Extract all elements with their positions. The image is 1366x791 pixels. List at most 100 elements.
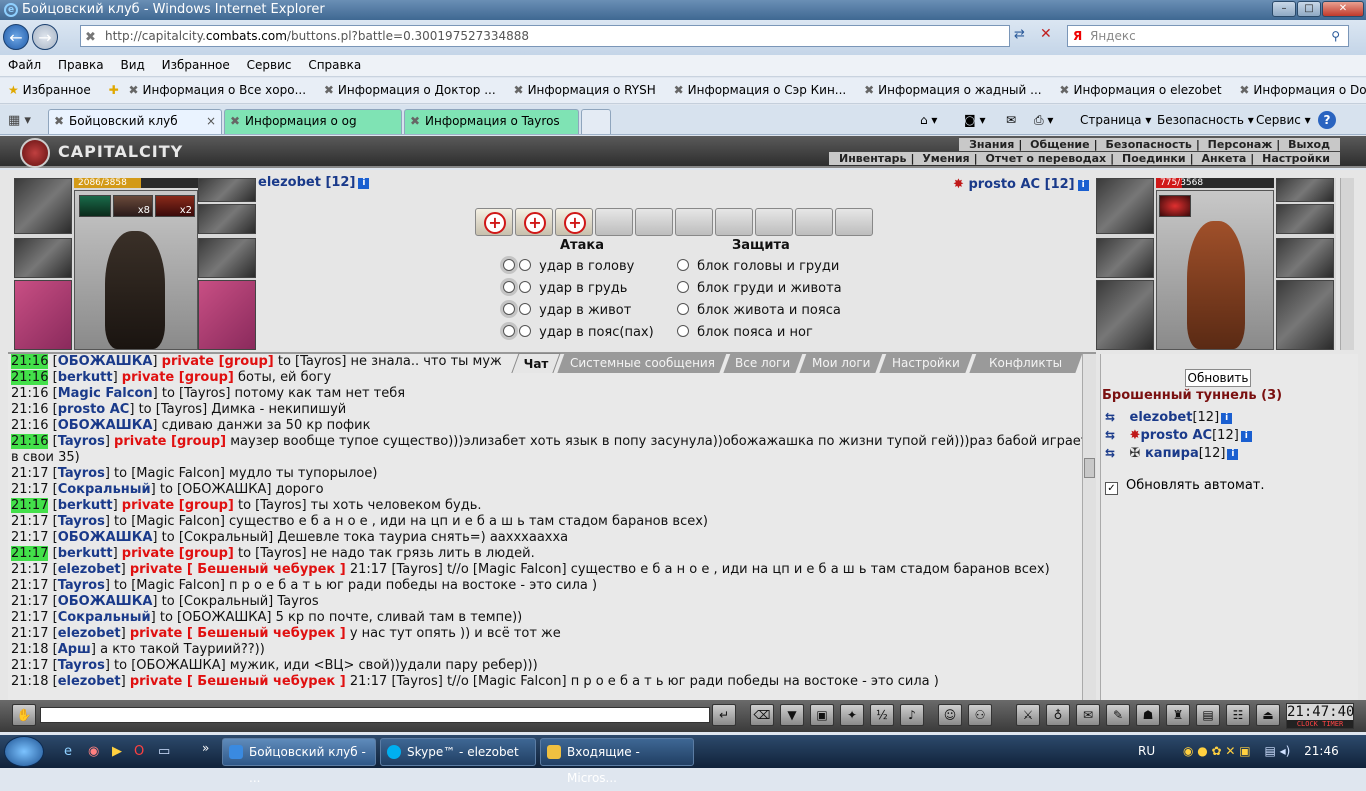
start-button[interactable]: [4, 736, 44, 767]
message-time[interactable]: 21:17: [11, 530, 48, 545]
add-favorite-icon[interactable]: ✚: [109, 78, 119, 103]
message-nick[interactable]: Tayros: [58, 434, 105, 449]
sound-icon[interactable]: ♪: [900, 704, 924, 726]
helm-icon[interactable]: ♜: [1166, 704, 1190, 726]
block-belly-waist[interactable]: блок живота и пояса: [677, 300, 841, 322]
armor-slot[interactable]: [1096, 238, 1154, 278]
weapon-slot[interactable]: [14, 280, 72, 350]
group-icon[interactable]: ⚇: [968, 704, 992, 726]
message-nick[interactable]: berkutt: [58, 546, 113, 561]
message-time[interactable]: 21:18: [11, 674, 48, 689]
message-time[interactable]: 21:16: [11, 434, 49, 449]
tab-info-og[interactable]: ✖ Информация о og: [224, 109, 402, 134]
send-icon[interactable]: ↵: [712, 704, 736, 726]
message-time[interactable]: 21:17: [11, 658, 48, 673]
shield-slot[interactable]: [1276, 280, 1334, 350]
attack-radio[interactable]: [503, 325, 515, 337]
message-private-tag[interactable]: private [group]: [122, 546, 234, 561]
message-nick[interactable]: ОБОЖАШКА: [58, 594, 153, 609]
tab-all-logs[interactable]: Все логи: [723, 353, 803, 373]
message-private-tag[interactable]: private [group]: [122, 498, 234, 513]
ie-quicklaunch-icon[interactable]: e: [64, 744, 72, 759]
message-time[interactable]: 21:17: [11, 626, 48, 641]
smiley-icon[interactable]: ☺: [938, 704, 962, 726]
hit-slot[interactable]: +: [515, 208, 553, 236]
message-private-tag[interactable]: private [ Бешеный чебурек ]: [130, 674, 346, 689]
fav-item[interactable]: ✖ Информация о Доктор ...: [324, 78, 496, 103]
message-nick[interactable]: Сокральный: [58, 482, 151, 497]
message-nick[interactable]: elezobet: [58, 674, 121, 689]
mask-icon[interactable]: ☗: [1136, 704, 1160, 726]
nav-inventory[interactable]: Инвентарь: [835, 152, 910, 165]
opera-icon[interactable]: O: [134, 744, 144, 759]
language-indicator[interactable]: RU: [1138, 744, 1155, 758]
tools-menu[interactable]: Сервис ▾: [1256, 111, 1311, 129]
message-nick[interactable]: ОБОЖАШКА: [58, 354, 153, 369]
help-icon[interactable]: ?: [1318, 111, 1336, 129]
chat-input[interactable]: [40, 707, 710, 723]
fav-item[interactable]: ✖Информация о Don Rum...: [1239, 78, 1366, 103]
hand-icon[interactable]: ✋: [12, 704, 36, 726]
attack-chest[interactable]: удар в грудь: [503, 278, 627, 300]
top-scrollbar[interactable]: [1340, 178, 1354, 350]
message-nick[interactable]: Сокральный: [58, 610, 151, 625]
attack-radio[interactable]: [519, 325, 531, 337]
auto-refresh-checkbox[interactable]: ✓ Обновлять автомат.: [1105, 478, 1265, 495]
mail-icon[interactable]: ✉: [1006, 111, 1016, 129]
safety-menu[interactable]: Безопасность ▾: [1157, 111, 1254, 129]
message-nick[interactable]: elezobet: [58, 626, 121, 641]
message-private-tag[interactable]: private [group]: [162, 354, 274, 369]
message-nick[interactable]: Арш: [58, 642, 91, 657]
back-button[interactable]: ←: [3, 24, 29, 50]
quick-tabs-icon[interactable]: ▦ ▾: [8, 113, 31, 128]
block-chest-belly[interactable]: блок груди и живота: [677, 278, 842, 300]
buff-icon[interactable]: [79, 195, 111, 217]
block-radio[interactable]: [677, 259, 689, 271]
clock[interactable]: 21:46: [1304, 744, 1339, 758]
shield-slot[interactable]: [198, 280, 256, 350]
message-time[interactable]: 21:16: [11, 418, 48, 433]
search-icon[interactable]: ⚲: [1331, 26, 1340, 46]
battle-player[interactable]: ⇆ ✸prosto AC[12] i: [1105, 428, 1252, 443]
info-icon[interactable]: i: [358, 178, 370, 189]
tab-system[interactable]: Системные сообщения: [557, 353, 727, 373]
message-private-tag[interactable]: private [ Бешеный чебурек ]: [130, 626, 346, 641]
message-nick[interactable]: Tayros: [58, 658, 105, 673]
message-time[interactable]: 21:18: [11, 642, 48, 657]
attack-belly[interactable]: удар в живот: [503, 300, 631, 322]
message-private-tag[interactable]: private [group]: [114, 434, 226, 449]
message-private-tag[interactable]: private [group]: [122, 370, 234, 385]
attack-head[interactable]: удар в голову: [503, 256, 634, 278]
page-menu[interactable]: Страница ▾: [1080, 111, 1151, 129]
tab-chat[interactable]: Чат: [511, 353, 561, 373]
hit-slot[interactable]: +: [555, 208, 593, 236]
battle-player[interactable]: ⇆ elezobet[12] i: [1105, 410, 1233, 425]
message-nick[interactable]: prosto AC: [58, 402, 130, 417]
player-icon[interactable]: ▶: [112, 744, 122, 759]
attack-radio[interactable]: [503, 259, 515, 271]
search-input[interactable]: Я Яндекс ⚲: [1067, 25, 1349, 47]
message-nick[interactable]: elezobet: [58, 562, 121, 577]
helmet-slot[interactable]: [14, 178, 72, 234]
nav-social[interactable]: Общение: [1026, 138, 1093, 151]
checkbox[interactable]: ✓: [1105, 482, 1118, 495]
people-icon[interactable]: ☷: [1226, 704, 1250, 726]
amulet-slot[interactable]: [1276, 178, 1334, 202]
buff-icon[interactable]: x2: [155, 195, 195, 217]
message-time[interactable]: 21:17: [11, 498, 49, 513]
nav-knowledge[interactable]: Знания: [965, 138, 1018, 151]
attack-radio[interactable]: [503, 281, 515, 293]
attack-radio[interactable]: [519, 281, 531, 293]
message-time[interactable]: 21:17: [11, 562, 48, 577]
block-radio[interactable]: [677, 303, 689, 315]
fav-item[interactable]: ✖ Информация о жадный ...: [864, 78, 1042, 103]
message-time[interactable]: 21:17: [11, 514, 48, 529]
refresh-button[interactable]: Обновить: [1185, 369, 1251, 387]
exit-icon[interactable]: ⏏: [1256, 704, 1280, 726]
message-time[interactable]: 21:17: [11, 594, 48, 609]
feeds-icon[interactable]: ◙ ▾: [964, 111, 985, 129]
menu-help[interactable]: Справка: [303, 55, 366, 76]
buff-icon[interactable]: x8: [113, 195, 153, 217]
chest-icon[interactable]: ▤: [1196, 704, 1220, 726]
action-icon[interactable]: ⚔: [1016, 704, 1040, 726]
